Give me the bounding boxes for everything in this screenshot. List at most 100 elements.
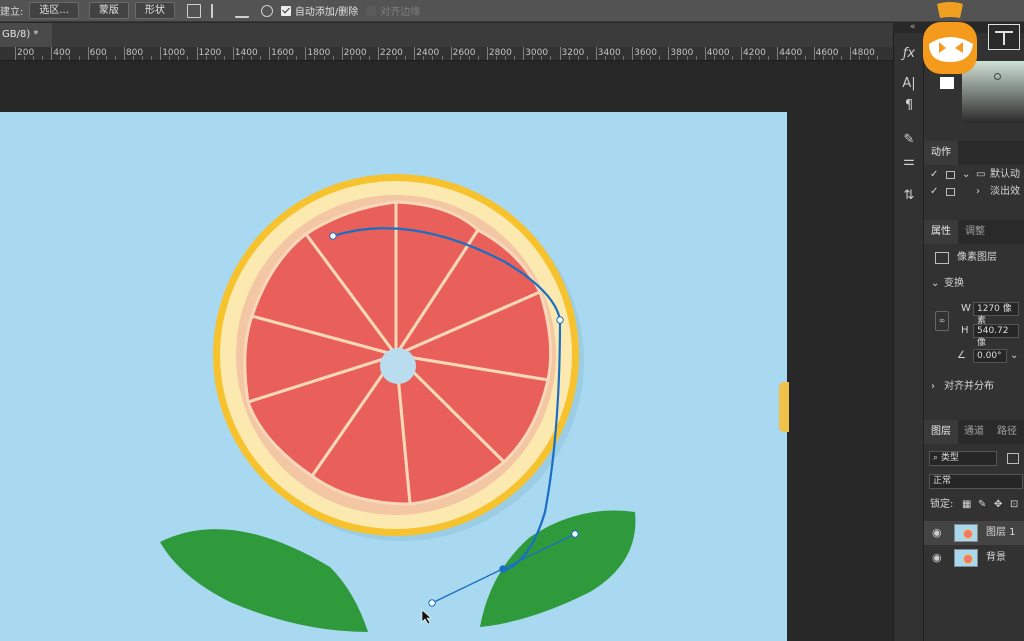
ruler-minor-tick bbox=[623, 56, 625, 60]
tab-paths[interactable]: 路径 bbox=[990, 420, 1024, 444]
ruler-minor-tick bbox=[78, 56, 80, 60]
ruler-minor-tick bbox=[178, 56, 180, 60]
height-label: H bbox=[961, 325, 969, 336]
ruler-minor-tick bbox=[223, 56, 225, 60]
ruler-label: 2000 bbox=[343, 48, 367, 58]
auto-add-delete-checkbox[interactable] bbox=[280, 5, 291, 16]
paragraph-icon[interactable]: ¶ bbox=[900, 97, 918, 115]
ruler-minor-tick bbox=[650, 56, 652, 60]
make-selection-button[interactable]: 选区... bbox=[29, 2, 79, 19]
gear-icon[interactable] bbox=[260, 4, 273, 17]
ruler-tick bbox=[87, 47, 89, 60]
width-label: W bbox=[961, 303, 971, 314]
panel-icon-column: ƒx A| ¶ ✎ ⚌ ⇅ bbox=[893, 33, 923, 641]
anchor-point[interactable] bbox=[556, 316, 564, 324]
pixel-layer-icon bbox=[935, 252, 949, 264]
blend-mode-select[interactable]: 正常 bbox=[929, 474, 1023, 489]
ruler-minor-tick bbox=[241, 56, 243, 60]
ruler-tick bbox=[51, 47, 53, 60]
ruler-minor-tick bbox=[459, 56, 461, 60]
ruler-label: 2400 bbox=[416, 48, 440, 58]
chevron-down-icon[interactable]: ⌄ bbox=[1010, 347, 1018, 365]
history-icon[interactable]: ⇅ bbox=[900, 187, 918, 205]
tab-properties[interactable]: 属性 bbox=[924, 220, 958, 244]
ruler-minor-tick bbox=[505, 56, 507, 60]
brush-settings-icon[interactable]: ✎ bbox=[900, 131, 918, 149]
align-edges-checkbox[interactable] bbox=[366, 5, 377, 16]
align-edges-label: 对齐边缘 bbox=[380, 7, 421, 18]
tab-layers[interactable]: 图层 bbox=[924, 420, 958, 444]
height-input[interactable]: 540.72 像 bbox=[973, 324, 1019, 348]
layer-row-layer1[interactable]: ◉ 图层 1 bbox=[924, 521, 1024, 545]
path-arrangement-icon[interactable] bbox=[234, 4, 249, 18]
layer-row-background[interactable]: ◉ 背景 bbox=[924, 546, 1024, 570]
partial-fruit-edge bbox=[779, 382, 789, 432]
lock-transparent-icon[interactable]: ▦ bbox=[962, 496, 971, 514]
properties-panel-header: 属性 调整 bbox=[924, 220, 1024, 244]
tab-channels[interactable]: 通道 bbox=[957, 420, 991, 444]
direction-handle[interactable] bbox=[571, 530, 579, 538]
transform-section-row[interactable]: ⌄ 变换 bbox=[924, 275, 1024, 293]
make-mask-button[interactable]: 蒙版 bbox=[88, 2, 129, 19]
tab-adjustments[interactable]: 调整 bbox=[958, 220, 992, 244]
ruler-tick bbox=[559, 47, 561, 60]
path-alignment-icon[interactable] bbox=[210, 3, 225, 18]
make-shape-button[interactable]: 形状 bbox=[134, 2, 175, 19]
document-tab[interactable]: GB/8) * × bbox=[0, 23, 52, 64]
ruler-minor-tick bbox=[441, 56, 443, 60]
ruler-tick bbox=[849, 47, 851, 60]
ruler-minor-tick bbox=[686, 56, 688, 60]
frame-icon[interactable] bbox=[988, 24, 1020, 50]
anchor-point[interactable] bbox=[329, 232, 337, 240]
ruler-label: 600 bbox=[89, 48, 107, 58]
adjust-icon[interactable]: ⚌ bbox=[900, 153, 918, 171]
canvas-area[interactable] bbox=[0, 62, 893, 641]
layers-panel-header: 图层 通道 路径 bbox=[924, 420, 1024, 444]
eye-icon[interactable]: ◉ bbox=[932, 552, 944, 564]
ruler-tick bbox=[741, 47, 742, 60]
align-section-row[interactable]: › 对齐并分布 bbox=[924, 378, 1024, 396]
ruler-minor-tick bbox=[387, 56, 389, 60]
actions-panel-header: 动作 bbox=[924, 141, 1024, 165]
lock-brush-icon[interactable]: ✎ bbox=[978, 496, 986, 514]
anchor-point[interactable] bbox=[499, 565, 507, 573]
angle-input[interactable]: 0.00° bbox=[973, 349, 1007, 363]
ruler-label: 1800 bbox=[307, 48, 331, 58]
ruler-minor-tick bbox=[613, 56, 615, 60]
ruler-label: 4200 bbox=[743, 48, 766, 58]
lock-move-icon[interactable]: ✥ bbox=[994, 496, 1002, 514]
ruler-tick bbox=[486, 47, 488, 60]
image-filter-icon[interactable] bbox=[1007, 453, 1019, 464]
action-item-row[interactable]: ✓ › 淡出效 bbox=[924, 183, 1024, 201]
ruler-minor-tick bbox=[332, 56, 334, 60]
document-canvas[interactable] bbox=[0, 112, 787, 641]
ruler-label: 4600 bbox=[815, 48, 839, 58]
ruler-minor-tick bbox=[132, 56, 134, 60]
ruler-tick bbox=[668, 47, 670, 60]
ruler-minor-tick bbox=[60, 56, 62, 60]
width-input[interactable]: 1270 像素 bbox=[973, 302, 1019, 326]
action-set-row[interactable]: ✓ ⌄ ▭ 默认动 bbox=[924, 166, 1024, 184]
layer-filter-select[interactable]: ⌕ 类型 bbox=[929, 451, 997, 466]
ruler-minor-tick bbox=[368, 56, 370, 60]
layer-name: 图层 1 bbox=[986, 527, 1016, 538]
ruler-minor-tick bbox=[151, 56, 153, 60]
ruler-minor-tick bbox=[868, 56, 870, 60]
ruler-tick bbox=[15, 47, 16, 60]
ruler-minor-tick bbox=[33, 56, 35, 60]
ruler-label: 2800 bbox=[488, 48, 512, 58]
eye-icon[interactable]: ◉ bbox=[932, 527, 944, 539]
ruler-label: 200 bbox=[17, 48, 35, 58]
lock-artboard-icon[interactable]: ⊡ bbox=[1010, 496, 1018, 514]
ruler-tick bbox=[341, 47, 343, 60]
direction-handle[interactable] bbox=[428, 599, 436, 607]
path-operations-icon[interactable] bbox=[186, 3, 201, 18]
color-picker-handle[interactable] bbox=[994, 73, 1001, 80]
tab-actions[interactable]: 动作 bbox=[924, 141, 958, 165]
options-bar: 建立: 选区... 蒙版 形状 自动添加/删除 对齐边缘 bbox=[0, 0, 1024, 22]
ruler-minor-tick bbox=[169, 56, 171, 60]
ruler-tick bbox=[450, 47, 452, 60]
ruler-minor-tick bbox=[250, 56, 252, 60]
ruler-tick bbox=[777, 47, 779, 60]
ruler-minor-tick bbox=[795, 56, 797, 60]
